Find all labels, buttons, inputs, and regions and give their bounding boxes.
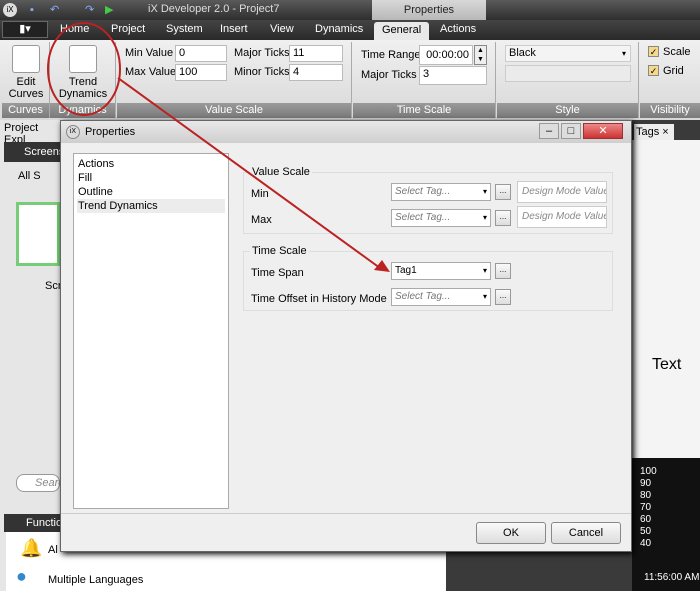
dialog-title-bar: iX Properties – □ ✕ (61, 121, 631, 143)
highlight-circle (47, 22, 121, 116)
nav-trend-dynamics[interactable]: Trend Dynamics (77, 199, 225, 213)
ok-button[interactable]: OK (476, 522, 546, 544)
time-span-browse-button[interactable]: ... (495, 263, 511, 279)
max-tag-select[interactable]: Select Tag... ▾ (391, 209, 491, 227)
min-design-value-input[interactable]: Design Mode Value (517, 181, 607, 203)
nav-actions[interactable]: Actions (77, 157, 225, 171)
dialog-title: Properties (85, 126, 136, 138)
time-span-select[interactable]: Tag1 ▾ (391, 262, 491, 280)
maximize-button[interactable]: □ (561, 123, 581, 139)
nav-fill[interactable]: Fill (77, 171, 225, 185)
min-browse-button[interactable]: ... (495, 184, 511, 200)
max-label: Max (251, 214, 272, 226)
minimize-button[interactable]: – (539, 123, 559, 139)
nav-outline[interactable]: Outline (77, 185, 225, 199)
time-offset-label: Time Offset in History Mode (251, 293, 387, 305)
time-offset-browse-button[interactable]: ... (495, 289, 511, 305)
min-tag-select[interactable]: Select Tag... ▾ (391, 183, 491, 201)
time-offset-select[interactable]: Select Tag... ▾ (391, 288, 491, 306)
min-label: Min (251, 188, 269, 200)
app-logo-icon: iX (66, 125, 80, 139)
max-browse-button[interactable]: ... (495, 210, 511, 226)
properties-dialog: iX Properties – □ ✕ Actions Fill Outline… (60, 120, 632, 552)
cancel-button[interactable]: Cancel (551, 522, 621, 544)
max-design-value-input[interactable]: Design Mode Value (517, 206, 607, 228)
divider (61, 513, 631, 514)
category-list: Actions Fill Outline Trend Dynamics (73, 153, 229, 509)
close-button[interactable]: ✕ (583, 123, 623, 139)
time-span-label: Time Span (251, 267, 304, 279)
